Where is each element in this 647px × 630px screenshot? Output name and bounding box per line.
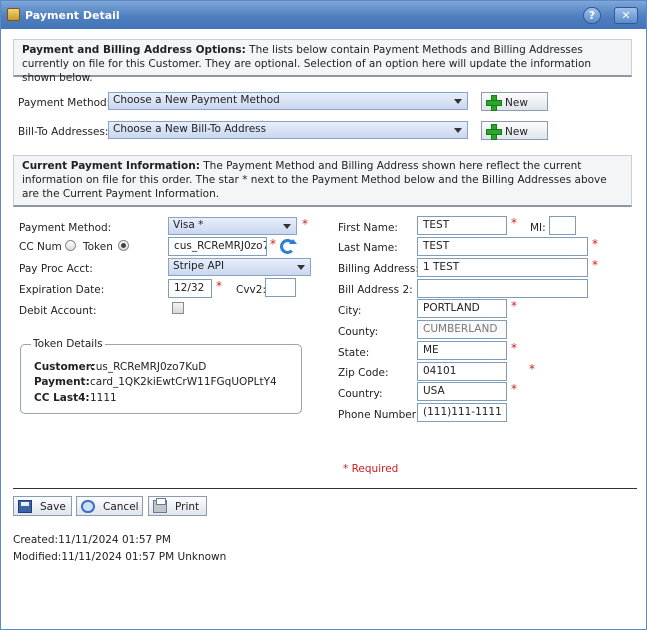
pay-proc-label: Pay Proc Acct: (19, 263, 93, 275)
phone-number-label: Phone Number: (338, 409, 420, 421)
cvv-label: Cvv2: (236, 284, 266, 296)
new-bill-to-label: New (505, 126, 528, 138)
current-info-box: Current Payment Information: The Payment… (13, 155, 632, 207)
required-mark: * (216, 279, 222, 293)
country-label: Country: (338, 388, 383, 400)
first-name-input[interactable]: TEST (417, 216, 507, 235)
token-cclast4-label: CC Last4: (34, 392, 90, 404)
created-timestamp: Created:11/11/2024 01:57 PM (13, 534, 171, 546)
close-icon[interactable]: ✕ (614, 7, 638, 24)
county-input: CUMBERLAND (417, 320, 507, 339)
window-title: Payment Detail (25, 9, 120, 22)
help-icon[interactable]: ? (583, 7, 601, 24)
chevron-down-icon (454, 99, 462, 104)
bill-address-2-label: Bill Address 2: (338, 284, 413, 296)
required-mark: * (511, 216, 517, 230)
token-customer-value: cus_RCReMRJ0zo7KuD (90, 361, 207, 373)
required-mark: * (592, 237, 598, 251)
expiration-input[interactable]: 12/32 (168, 279, 212, 298)
app-icon (7, 8, 20, 21)
footer-divider (13, 488, 637, 489)
token-details-legend: Token Details (31, 338, 105, 350)
state-label: State: (338, 347, 370, 359)
chevron-down-icon (454, 128, 462, 133)
required-note: * Required (343, 463, 399, 475)
required-mark: * (529, 362, 535, 376)
options-heading: Payment and Billing Address Options: (22, 44, 246, 56)
token-payment-value: card_1QK2kiEwtCrW11FGqUOPLtY4 (90, 376, 277, 388)
save-icon (18, 500, 32, 513)
payment-method-dropdown[interactable]: Visa * (168, 217, 297, 235)
zip-code-input[interactable]: 04101 (417, 362, 507, 381)
bill-to-select[interactable]: Choose a New Bill-To Address (108, 121, 468, 139)
billing-address-input[interactable]: 1 TEST (417, 258, 588, 277)
payment-method-label: Payment Method: (19, 222, 112, 234)
required-mark: * (511, 299, 517, 313)
bill-to-select-value: Choose a New Bill-To Address (113, 123, 267, 135)
required-mark: * (511, 382, 517, 396)
new-payment-method-label: New (505, 97, 528, 109)
payment-method-select-value: Choose a New Payment Method (113, 94, 280, 106)
required-mark: * (511, 341, 517, 355)
last-name-input[interactable]: TEST (417, 237, 588, 256)
required-mark: * (302, 217, 308, 231)
save-label: Save (40, 501, 66, 513)
country-input[interactable]: USA (417, 382, 507, 401)
mi-label: MI: (530, 222, 546, 234)
title-bar: Payment Detail ? ✕ (1, 1, 646, 29)
pay-proc-dropdown[interactable]: Stripe API (168, 258, 311, 276)
token-customer-label: Customer: (34, 361, 96, 373)
token-label: Token (83, 241, 113, 253)
refresh-icon[interactable] (280, 239, 297, 254)
chevron-down-icon (283, 224, 291, 229)
required-mark: * (270, 237, 276, 251)
cancel-button[interactable]: Cancel (76, 496, 143, 516)
payment-method-select-label: Payment Method: (18, 97, 111, 109)
token-input[interactable]: cus_RCReMRJ0zo7 (168, 237, 267, 256)
city-input[interactable]: PORTLAND (417, 299, 507, 318)
token-cclast4-value: 1111 (90, 392, 117, 404)
payment-method-select[interactable]: Choose a New Payment Method (108, 92, 468, 110)
billing-address-label: Billing Address: (338, 263, 419, 275)
options-info-box: Payment and Billing Address Options: The… (13, 39, 632, 84)
mi-input[interactable] (549, 216, 576, 235)
print-icon (153, 498, 167, 513)
new-payment-method-button[interactable]: New (481, 92, 548, 111)
cvv-input[interactable] (265, 278, 296, 297)
cc-num-label: CC Num (19, 241, 62, 253)
last-name-label: Last Name: (338, 242, 398, 254)
pay-proc-value: Stripe API (173, 260, 225, 272)
cancel-label: Cancel (103, 501, 139, 513)
modified-timestamp: Modified:11/11/2024 01:57 PM Unknown (13, 551, 227, 563)
state-input[interactable]: ME (417, 341, 507, 360)
expiration-label: Expiration Date: (19, 284, 105, 296)
city-label: City: (338, 305, 362, 317)
county-label: County: (338, 326, 379, 338)
new-bill-to-button[interactable]: New (481, 121, 548, 140)
plus-icon (486, 124, 502, 140)
token-radio[interactable] (118, 240, 129, 251)
token-payment-label: Payment: (34, 376, 90, 388)
print-button[interactable]: Print (148, 496, 207, 516)
save-button[interactable]: Save (13, 496, 72, 516)
cancel-icon (81, 500, 95, 513)
zip-code-label: Zip Code: (338, 367, 389, 379)
debit-account-label: Debit Account: (19, 305, 97, 317)
payment-detail-window: Payment Detail ? ✕ Payment and Billing A… (0, 0, 647, 630)
print-label: Print (175, 501, 200, 513)
phone-number-input[interactable]: (111)111-1111 (417, 403, 507, 422)
debit-account-checkbox[interactable] (172, 302, 184, 314)
cc-num-radio[interactable] (65, 240, 76, 251)
payment-method-value: Visa * (173, 219, 204, 231)
first-name-label: First Name: (338, 222, 398, 234)
required-mark: * (592, 258, 598, 272)
plus-icon (486, 95, 502, 111)
chevron-down-icon (297, 265, 305, 270)
current-heading: Current Payment Information: (22, 160, 200, 172)
bill-to-select-label: Bill-To Addresses: (18, 126, 109, 138)
bill-address-2-input[interactable] (417, 279, 588, 298)
